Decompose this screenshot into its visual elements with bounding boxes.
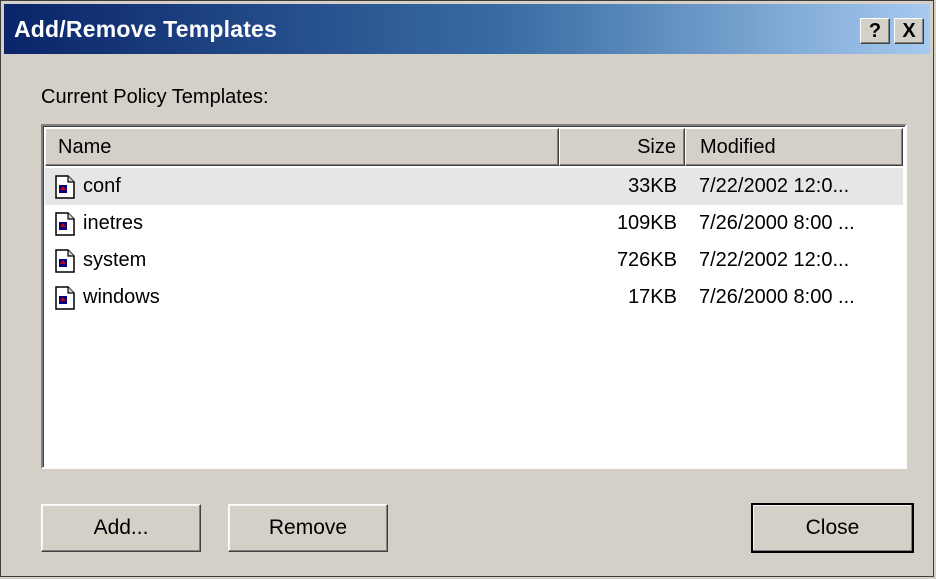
list-header: Name Size Modified [45, 128, 903, 166]
template-name: windows [83, 286, 160, 308]
template-size: 726KB [616, 249, 677, 271]
remove-button[interactable]: Remove [228, 504, 388, 552]
template-file-icon [55, 174, 75, 199]
column-header-modified[interactable]: Modified [685, 128, 903, 166]
column-header-size[interactable]: Size [559, 128, 685, 166]
list-item[interactable]: inetres 109KB 7/26/2000 8:00 ... [45, 205, 903, 242]
help-button[interactable]: ? [860, 18, 890, 44]
template-modified: 7/22/2002 12:0... [699, 249, 850, 271]
template-size: 33KB [628, 175, 677, 197]
template-size: 17KB [628, 286, 677, 308]
template-file-icon [55, 211, 75, 236]
template-name: system [83, 249, 147, 271]
close-button[interactable]: Close [751, 503, 914, 553]
list-item-name-cell: conf [45, 174, 559, 199]
template-modified: 7/22/2002 12:0... [699, 175, 850, 197]
template-name: conf [83, 175, 121, 197]
close-icon: X [902, 19, 916, 42]
template-size: 109KB [616, 212, 677, 234]
list-rows: conf 33KB 7/22/2002 12:0... inetres 109KB 7/2… [45, 168, 903, 316]
template-file-icon [55, 248, 75, 273]
template-file-icon [55, 285, 75, 310]
close-window-button[interactable]: X [894, 18, 924, 44]
list-item[interactable]: conf 33KB 7/22/2002 12:0... [45, 168, 903, 205]
list-item-name-cell: system [45, 248, 559, 273]
window-title: Add/Remove Templates [14, 15, 278, 42]
current-policy-templates-label: Current Policy Templates: [41, 86, 269, 108]
list-item-name-cell: windows [45, 285, 559, 310]
add-button[interactable]: Add... [41, 504, 201, 552]
add-remove-templates-dialog: Add/Remove Templates ? X Current Policy … [0, 0, 934, 577]
title-bar[interactable]: Add/Remove Templates ? X [4, 4, 930, 54]
list-item[interactable]: system 726KB 7/22/2002 12:0... [45, 242, 903, 279]
template-modified: 7/26/2000 8:00 ... [699, 286, 855, 308]
list-item-name-cell: inetres [45, 211, 559, 236]
list-item[interactable]: windows 17KB 7/26/2000 8:00 ... [45, 279, 903, 316]
column-header-name[interactable]: Name [45, 128, 559, 166]
template-modified: 7/26/2000 8:00 ... [699, 212, 855, 234]
template-name: inetres [83, 212, 144, 234]
templates-list[interactable]: Name Size Modified conf 33KB 7/22/2002 12:… [41, 124, 907, 469]
help-icon: ? [868, 19, 882, 42]
